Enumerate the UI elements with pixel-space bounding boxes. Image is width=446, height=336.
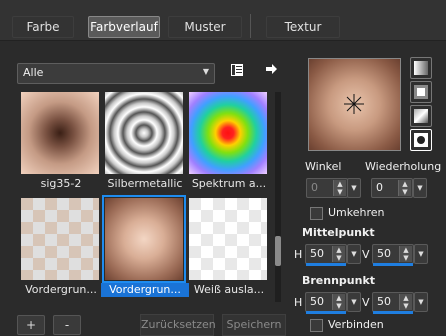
tab-muster[interactable]: Muster [168, 16, 242, 38]
brennpunkt-label: Brennpunkt [302, 274, 376, 287]
spin-arrows-icon[interactable]: ▲ ▼ [332, 294, 345, 310]
gallery-item-label: Spektrum a... [191, 177, 267, 190]
gallery-item-label: Weiß ausla... [193, 283, 265, 296]
gallery-item[interactable]: Vordergrun... [17, 196, 99, 300]
gradient-thumbnail [102, 195, 186, 283]
gradient-thumbnail [189, 198, 267, 280]
winkel-label: Winkel [305, 160, 342, 173]
brenn-h-value: 50 [310, 295, 324, 308]
sunburst-gradient-icon [414, 109, 428, 123]
spin-arrows-icon[interactable]: ▲ ▼ [399, 246, 412, 262]
mittel-h-spinner[interactable]: 50 ▲ ▼ [305, 244, 347, 264]
center-marker-icon [344, 94, 364, 114]
spin-arrows-icon[interactable]: ▲ ▼ [398, 180, 411, 196]
library-icon[interactable] [228, 62, 246, 80]
rectangular-gradient-icon [414, 85, 428, 99]
spin-arrows-icon[interactable]: ▲ ▼ [333, 180, 346, 196]
gallery-item[interactable]: Weiß ausla... [185, 196, 267, 300]
brenn-v-value: 50 [377, 295, 391, 308]
gradient-preview[interactable] [308, 58, 401, 151]
mittel-h-slider[interactable] [306, 263, 346, 266]
spin-arrows-icon[interactable]: ▲ ▼ [399, 294, 412, 310]
verbinden-label: Verbinden [328, 318, 384, 331]
mittel-v-dropdown[interactable]: ▼ [414, 244, 428, 264]
brenn-v-spinner[interactable]: 50 ▲ ▼ [372, 292, 414, 312]
gallery-item-label: Vordergrun... [101, 283, 189, 297]
gradient-thumbnail [189, 92, 267, 174]
mittel-v-value: 50 [377, 247, 391, 260]
tab-farbe[interactable]: Farbe [12, 16, 74, 38]
save-button[interactable]: Speichern [222, 314, 286, 336]
tab-bar: Farbe Farbverlauf Muster Textur [0, 0, 446, 41]
mittelpunkt-label: Mittelpunkt [302, 226, 375, 239]
brenn-v-dropdown[interactable]: ▼ [414, 292, 428, 312]
gradient-thumbnail [105, 92, 183, 174]
gradient-thumbnail [21, 92, 99, 174]
add-button[interactable]: + [17, 315, 45, 335]
category-dropdown-value: Alle [23, 66, 44, 79]
reset-button[interactable]: Zurücksetzen [140, 314, 216, 336]
spin-arrows-icon[interactable]: ▲ ▼ [332, 246, 345, 262]
brenn-h-slider[interactable] [306, 311, 346, 314]
gallery-item[interactable]: Spektrum a... [185, 90, 267, 194]
linear-gradient-icon [414, 61, 428, 75]
gallery-item-label: Vordergrun... [25, 283, 97, 296]
brenn-v-slider[interactable] [373, 311, 413, 314]
wiederholung-value: 0 [376, 181, 383, 194]
sunburst-style-button[interactable] [410, 105, 432, 127]
umkehren-label: Umkehren [328, 206, 385, 219]
radial-gradient-icon [414, 133, 428, 147]
category-dropdown[interactable]: Alle ▼ [17, 63, 215, 84]
remove-button[interactable]: - [53, 315, 81, 335]
wiederholung-spinner[interactable]: 0 ▲ ▼ [371, 178, 413, 198]
rectangular-style-button[interactable] [410, 81, 432, 103]
tab-farbverlauf[interactable]: Farbverlauf [88, 16, 160, 38]
winkel-dropdown[interactable]: ▼ [347, 178, 361, 198]
winkel-spinner[interactable]: 0 ▲ ▼ [306, 178, 348, 198]
gallery-item-label: sig35-2 [40, 177, 82, 190]
gallery-scrollbar-thumb[interactable] [275, 236, 281, 266]
gallery-item[interactable]: Vordergrun... [101, 195, 189, 300]
mittel-v-spinner[interactable]: 50 ▲ ▼ [372, 244, 414, 264]
brenn-h-spinner[interactable]: 50 ▲ ▼ [305, 292, 347, 312]
gallery-item[interactable]: Silbermetallic [101, 90, 183, 194]
gallery-item-label: Silbermetallic [107, 177, 183, 190]
tab-separator [250, 14, 251, 38]
gallery-item[interactable]: sig35-2 [17, 90, 99, 194]
radial-style-button[interactable] [410, 129, 432, 151]
brenn-h-label: H [294, 296, 303, 309]
gradient-gallery: sig35-2 Silbermetallic Spektrum a... Vor… [13, 90, 275, 300]
chevron-down-icon: ▼ [202, 67, 209, 76]
tab-textur[interactable]: Textur [266, 16, 340, 38]
umkehren-checkbox[interactable] [310, 207, 323, 220]
linear-style-button[interactable] [410, 57, 432, 79]
brenn-v-label: V [362, 296, 370, 309]
mittel-h-label: H [294, 248, 303, 261]
winkel-value: 0 [311, 181, 318, 194]
wiederholung-dropdown[interactable]: ▼ [413, 178, 427, 198]
gradient-thumbnail [21, 198, 99, 280]
mittel-h-value: 50 [310, 247, 324, 260]
mittel-h-dropdown[interactable]: ▼ [347, 244, 361, 264]
gallery-scrollbar[interactable] [275, 92, 281, 302]
brenn-h-dropdown[interactable]: ▼ [347, 292, 361, 312]
mittel-v-label: V [362, 248, 370, 261]
wiederholung-label: Wiederholung [365, 160, 442, 173]
verbinden-checkbox[interactable] [310, 319, 323, 332]
mittel-v-slider[interactable] [373, 263, 413, 266]
arrow-right-icon[interactable] [262, 62, 280, 80]
